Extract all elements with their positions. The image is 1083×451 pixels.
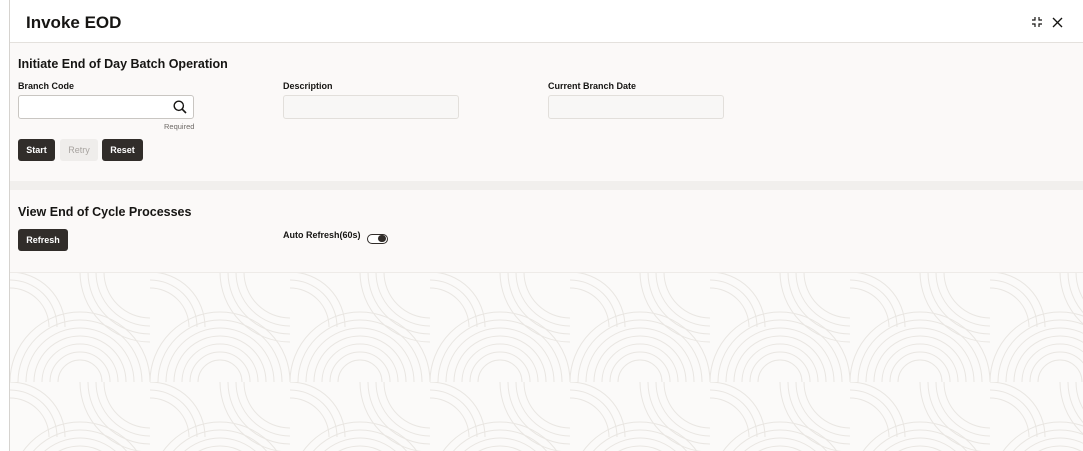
branch-code-required-hint: Required (164, 122, 195, 131)
description-field (283, 95, 459, 119)
cycle-processes-panel: View End of Cycle Processes Refresh Auto… (10, 190, 1083, 273)
reset-button[interactable]: Reset (102, 139, 143, 161)
invoke-eod-window: Invoke EOD Initiate End of Day Batch Ope… (9, 0, 1083, 451)
close-icon[interactable] (1049, 14, 1065, 30)
batch-section-title: Initiate End of Day Batch Operation (18, 57, 228, 71)
collapse-icon[interactable] (1029, 14, 1045, 30)
background-pattern (10, 272, 1083, 451)
search-icon[interactable] (173, 100, 187, 114)
current-branch-date-label: Current Branch Date (548, 81, 637, 91)
cycle-section-title: View End of Cycle Processes (18, 205, 192, 219)
title-bar: Invoke EOD (10, 0, 1083, 43)
section-divider (10, 181, 1083, 190)
window-title: Invoke EOD (26, 13, 122, 32)
auto-refresh-toggle[interactable] (367, 234, 388, 244)
retry-button[interactable]: Retry (60, 139, 98, 161)
branch-code-input[interactable] (19, 96, 193, 118)
branch-code-field (18, 95, 194, 119)
branch-code-label: Branch Code (18, 81, 75, 91)
auto-refresh-label: Auto Refresh(60s) (283, 230, 361, 240)
description-label: Description (283, 81, 333, 91)
current-branch-date-field (548, 95, 724, 119)
start-button[interactable]: Start (18, 139, 55, 161)
batch-operation-panel: Initiate End of Day Batch Operation Bran… (10, 43, 1083, 181)
current-branch-date-input (549, 96, 723, 118)
refresh-button[interactable]: Refresh (18, 229, 68, 251)
toggle-knob (378, 235, 386, 242)
description-input (284, 96, 458, 118)
